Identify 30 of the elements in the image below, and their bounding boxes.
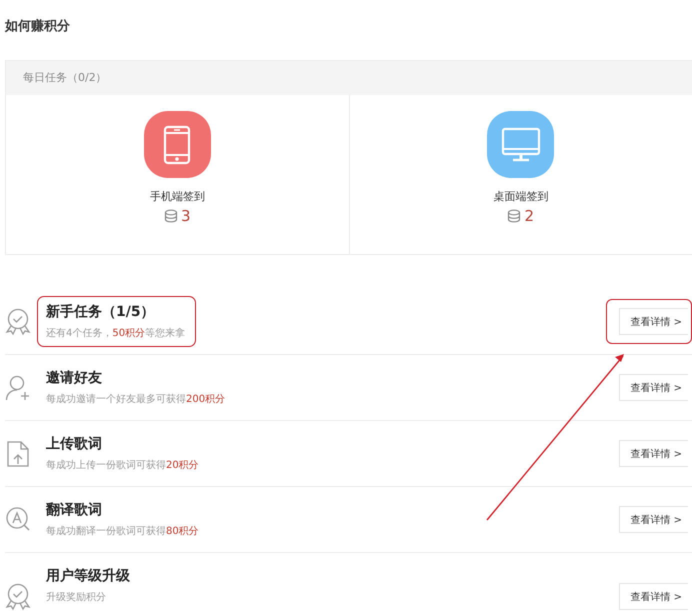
task-description: 每成功邀请一个好友最多可获得200积分 [46,392,226,406]
coin-stack-icon [507,209,522,223]
task-title: 上传歌词 [46,435,103,453]
task-description: 每成功上传一份歌词可获得20积分 [46,458,199,472]
monitor-icon[interactable] [487,111,554,178]
add-user-icon [5,374,31,402]
translate-search-icon [5,506,31,534]
view-details-button[interactable]: 查看详情 > [619,506,688,533]
view-details-button[interactable]: 查看详情 > [619,440,688,467]
task-title: 新手任务（1/5） [46,303,156,321]
badge-icon [5,583,31,611]
daily-task-heading: 每日任务（0/2） [6,61,692,95]
task-description: 升级奖励积分 [46,590,107,604]
points-value: 2 [524,207,534,225]
file-upload-icon [5,440,31,468]
task-description: 每成功翻译一份歌词可获得80积分 [46,524,199,538]
task-title: 邀请好友 [46,369,103,387]
checkin-label: 手机端签到 [150,189,205,204]
badge-icon [5,308,31,336]
task-description: 还有4个任务，50积分等您来拿 [46,326,186,340]
task-title: 用户等级升级 [46,567,130,585]
view-details-button[interactable]: 查看详情 > [619,583,688,610]
view-details-button[interactable]: 查看详情 > [619,374,688,401]
coin-stack-icon [164,209,178,223]
page-title: 如何赚积分 [4,18,71,36]
checkin-label: 桌面端签到 [493,189,548,204]
phone-icon[interactable] [144,111,211,178]
view-details-button[interactable]: 查看详情 > [619,308,688,335]
points-value: 3 [180,207,191,225]
task-title: 翻译歌词 [46,501,103,519]
